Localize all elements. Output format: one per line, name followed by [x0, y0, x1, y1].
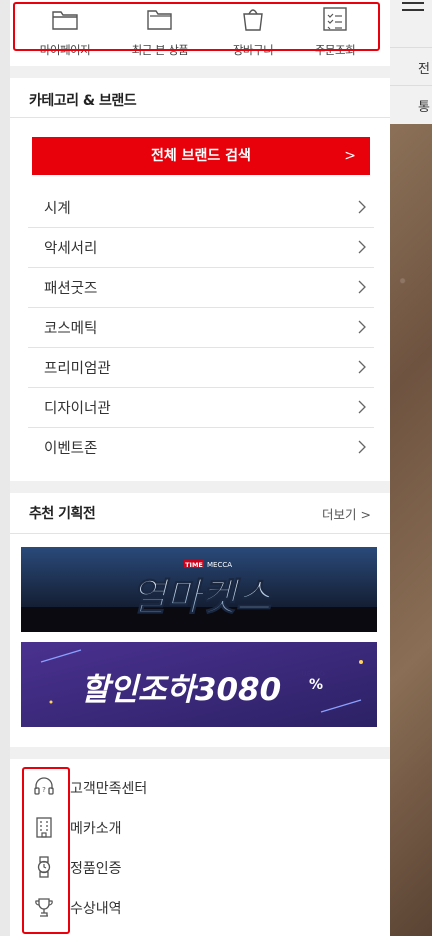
divider [10, 533, 390, 534]
chevron-right-icon [358, 200, 366, 214]
category-panel: 카테고리 & 브랜드 전체 브랜드 검색 > 시계 악세서리 패션굿즈 코스메틱… [10, 78, 390, 481]
category-item[interactable]: 코스메틱 [28, 307, 374, 348]
background-row[interactable]: 통 [390, 85, 432, 124]
footer-panel: ? 고객만족센터 메카소개 정품인증 수상내역 [10, 759, 390, 936]
footer-item-awards[interactable]: 수상내역 [32, 893, 292, 923]
chevron-right-icon [358, 240, 366, 254]
banner2-suffix: % [309, 677, 323, 693]
category-item[interactable]: 이벤트존 [28, 427, 374, 467]
background-row[interactable]: 전 [390, 47, 432, 86]
banner1-main-text: 열마켓스 [131, 575, 273, 619]
background-product-image [390, 0, 432, 936]
divider [10, 117, 390, 118]
footer-item-about[interactable]: 메카소개 [32, 813, 292, 843]
promo-banner-timemecca[interactable]: TIME MECCA 열마켓스 [21, 547, 377, 632]
quick-menu: 마이페이지 최근 본 상품 장바구니 주문조회 [10, 0, 390, 66]
chevron-right-icon [358, 400, 366, 414]
category-title: 카테고리 & 브랜드 [29, 93, 137, 109]
footer-item-customer-center[interactable]: ? 고객만족센터 [32, 773, 292, 803]
chevron-right-icon: > [344, 148, 356, 164]
highlight-box [13, 2, 380, 51]
footer-item-authentic[interactable]: 정품인증 [32, 853, 292, 883]
side-drawer: 마이페이지 최근 본 상품 장바구니 주문조회 카테고리 & 브랜드 전체 브랜… [10, 0, 390, 936]
banner-time-text: TIME [185, 561, 203, 569]
chevron-right-icon [358, 440, 366, 454]
recommend-panel: 추천 기획전 더보기 > TIME MECCA 열마켓스 할인조하3080 UP… [10, 493, 390, 747]
chevron-right-icon [358, 320, 366, 334]
banner2-main-text: 할인조하3080 [81, 672, 281, 708]
category-item[interactable]: 악세서리 [28, 227, 374, 268]
chevron-right-icon [358, 280, 366, 294]
category-item[interactable]: 프리미엄관 [28, 347, 374, 388]
category-item[interactable]: 디자이너관 [28, 387, 374, 428]
category-item[interactable]: 패션굿즈 [28, 267, 374, 308]
chevron-right-icon [358, 360, 366, 374]
brand-search-button[interactable]: 전체 브랜드 검색 > [32, 137, 370, 175]
banner-mecca-text: MECCA [207, 561, 232, 569]
more-link[interactable]: 더보기 > [322, 504, 371, 523]
promo-banner-discount[interactable]: 할인조하3080 UP TO % [21, 642, 377, 727]
highlight-box [22, 767, 70, 934]
menu-icon[interactable] [402, 2, 424, 16]
recommend-title: 추천 기획전 [29, 506, 96, 522]
category-item[interactable]: 시계 [28, 187, 374, 228]
